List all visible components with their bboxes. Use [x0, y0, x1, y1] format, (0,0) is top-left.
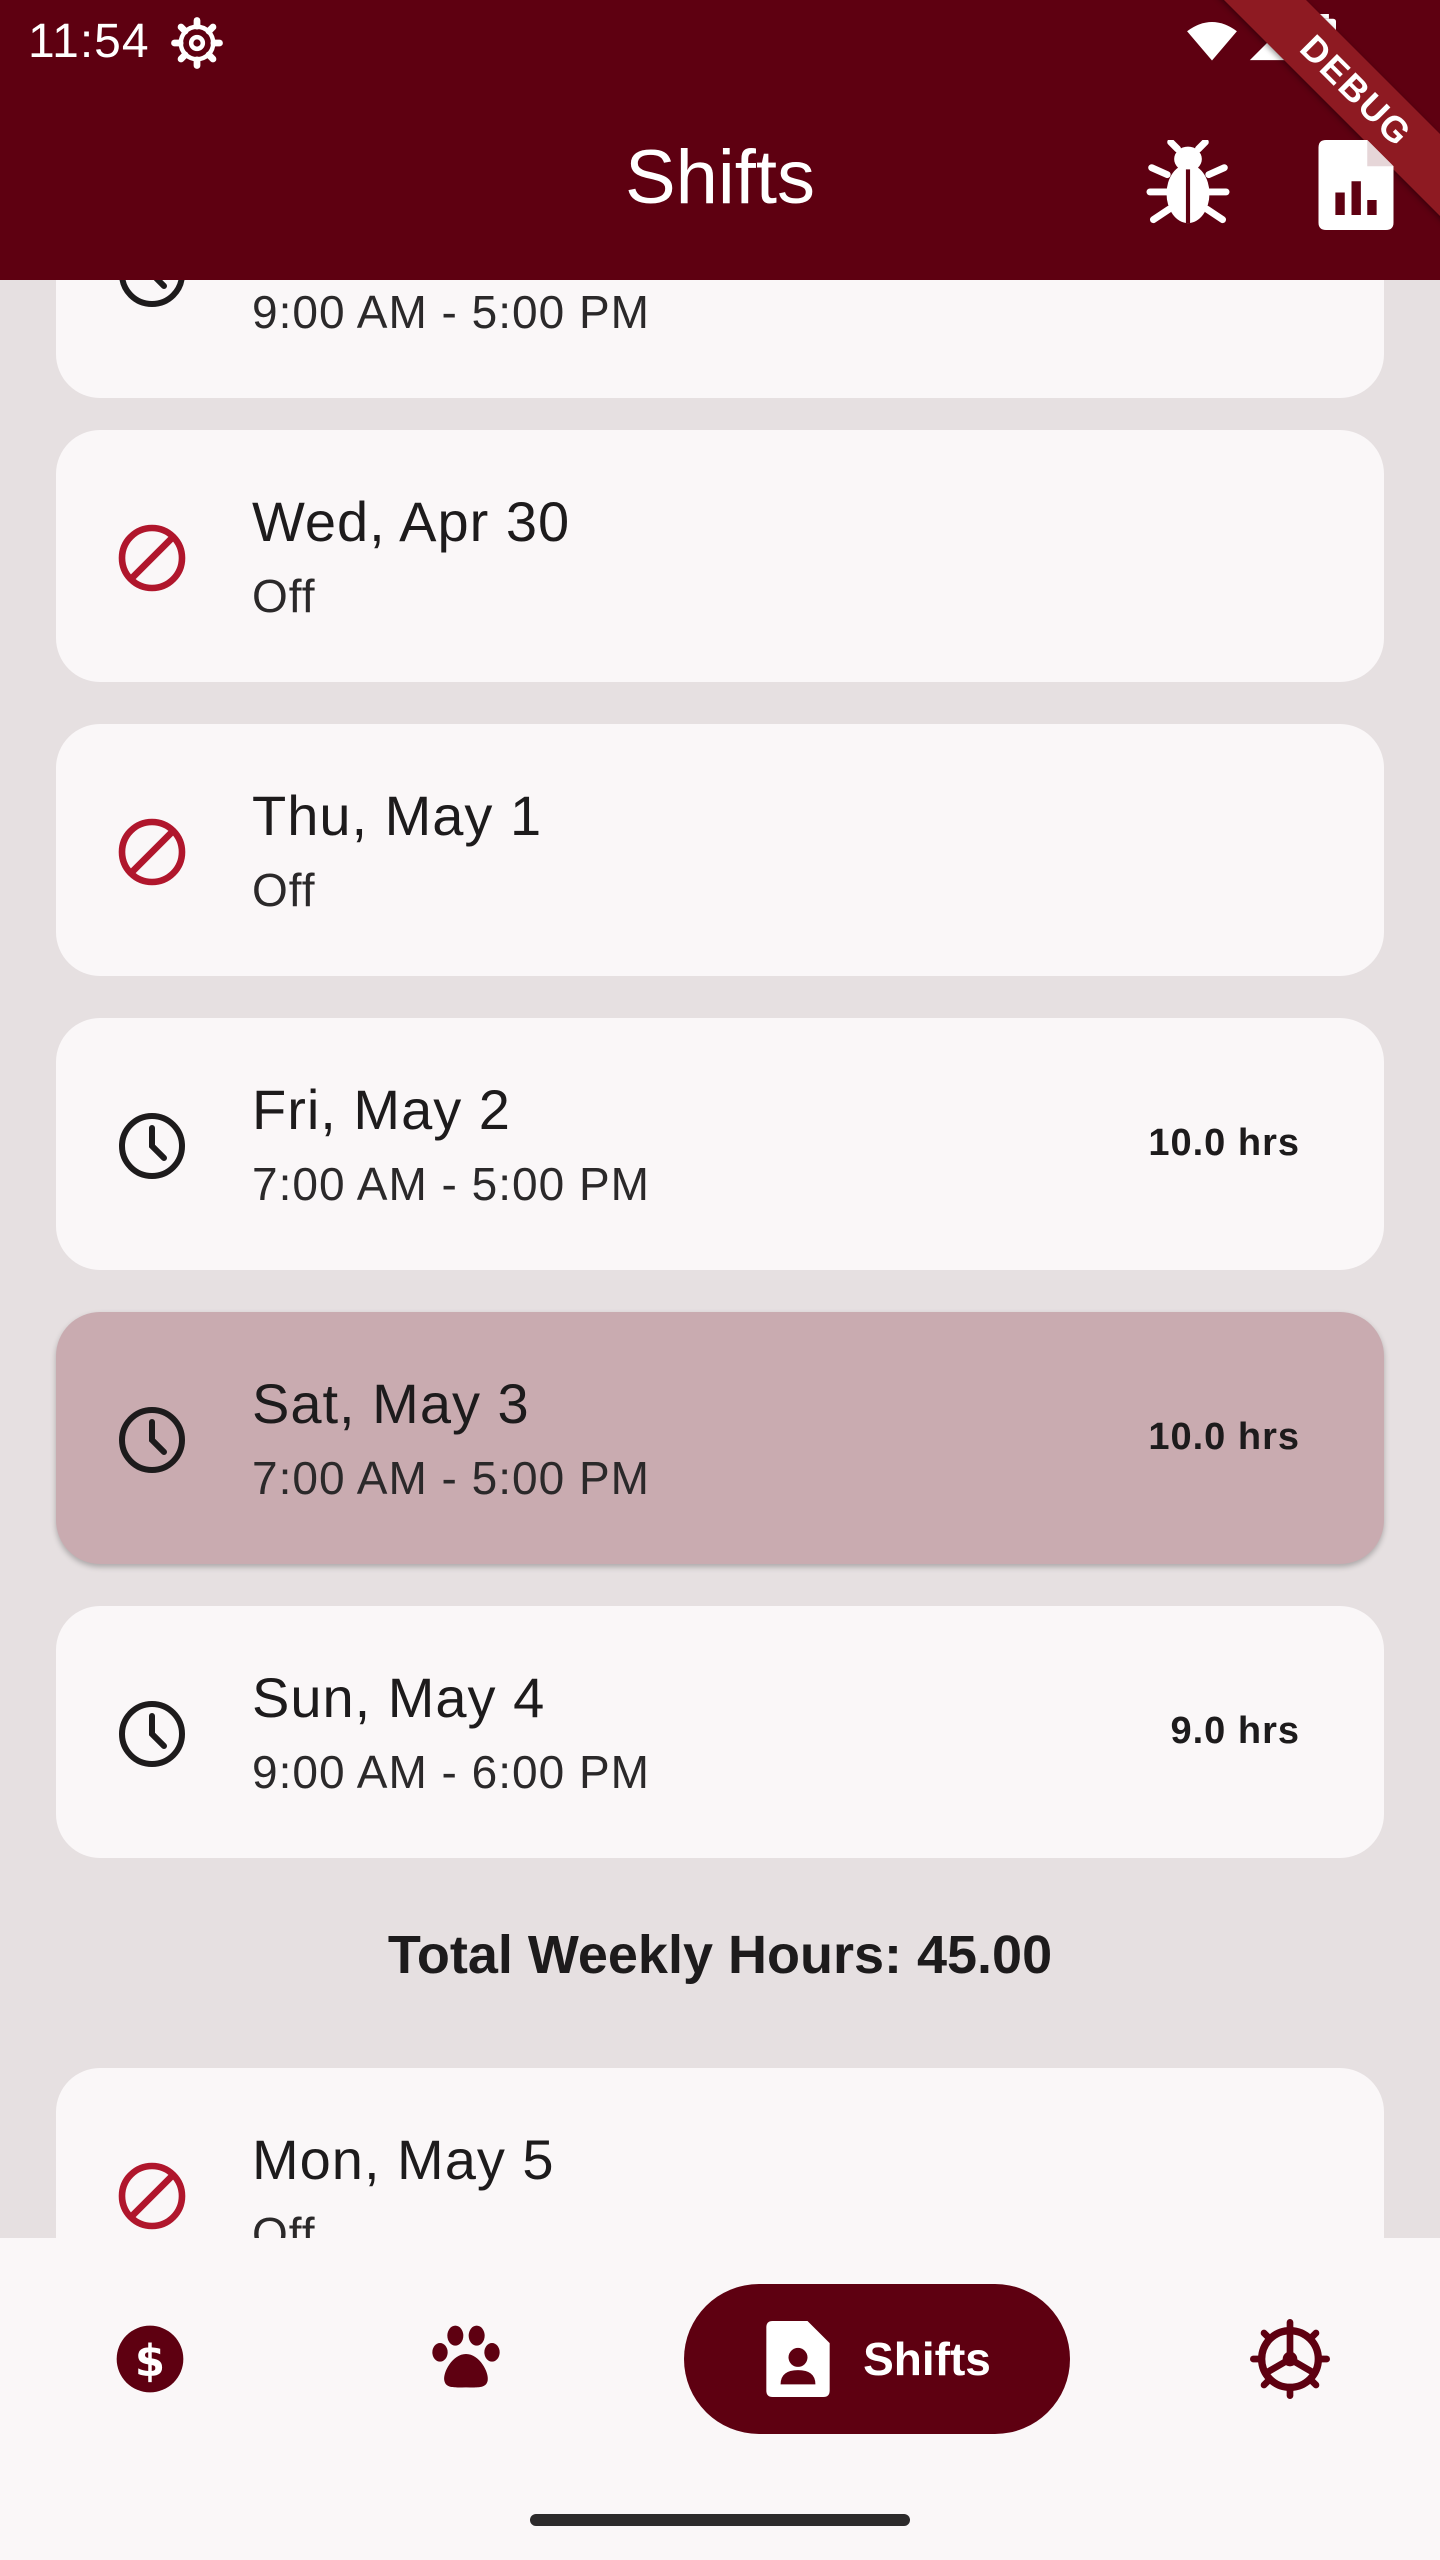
shift-badge-icon — [766, 2321, 830, 2397]
home-gesture-bar[interactable] — [530, 2514, 910, 2526]
shift-date: Fri, May 2 — [252, 1078, 511, 1141]
shift-card[interactable]: 9:00 AM - 5:00 PM — [56, 280, 1384, 398]
shift-status: Off — [252, 570, 316, 622]
clock-icon — [119, 1407, 185, 1473]
paw-icon — [432, 2325, 500, 2388]
status-time: 11:54 — [28, 15, 150, 68]
shift-card[interactable]: Mon, May 5 Off — [56, 2068, 1384, 2238]
svg-text:$: $ — [135, 2337, 165, 2387]
shift-card[interactable]: Thu, May 1 Off — [56, 724, 1384, 976]
clock-icon — [119, 280, 185, 307]
shift-card[interactable]: Fri, May 2 7:00 AM - 5:00 PM 10.0 hrs — [56, 1018, 1384, 1270]
shift-time: 7:00 AM - 5:00 PM — [252, 1452, 650, 1504]
bug-icon — [1146, 138, 1230, 224]
off-icon — [118, 2162, 186, 2230]
wifi-icon — [1187, 22, 1237, 61]
nav-pets-button[interactable] — [416, 2284, 516, 2434]
settings-wheel-icon — [1250, 2319, 1330, 2399]
report-chart-icon — [1318, 140, 1394, 230]
settings-gear-icon — [171, 17, 223, 69]
nav-shifts-button[interactable]: Shifts — [684, 2284, 1070, 2434]
shift-list[interactable]: 9:00 AM - 5:00 PM Wed, Apr 30 Off Thu, M… — [0, 280, 1440, 2238]
off-icon — [118, 524, 186, 592]
dollar-icon: $ — [116, 2325, 184, 2393]
shift-date: Mon, May 5 — [252, 2128, 555, 2191]
shift-time: 7:00 AM - 5:00 PM — [252, 1158, 650, 1210]
shift-date: Wed, Apr 30 — [252, 490, 571, 553]
clock-icon — [119, 1113, 185, 1179]
bottom-navigation: $ Shifts — [0, 2238, 1440, 2472]
shift-status: Off — [252, 2208, 316, 2238]
report-button[interactable] — [1314, 140, 1398, 230]
shift-date: Thu, May 1 — [252, 784, 543, 847]
shift-time: 9:00 AM - 5:00 PM — [252, 286, 650, 338]
nav-settings-button[interactable] — [1240, 2284, 1340, 2434]
shift-status: Off — [252, 864, 316, 916]
off-icon — [118, 818, 186, 886]
debug-bug-button[interactable] — [1146, 138, 1230, 230]
shift-date: Sat, May 3 — [252, 1372, 530, 1435]
shift-card[interactable]: Wed, Apr 30 Off — [56, 430, 1384, 682]
shift-card[interactable]: Sun, May 4 9:00 AM - 6:00 PM 9.0 hrs — [56, 1606, 1384, 1858]
nav-shifts-label: Shifts — [863, 2333, 991, 2385]
total-weekly-hours: Total Weekly Hours: 45.00 — [387, 1925, 1053, 1985]
app-bar: 11:54 DEBUG Shifts — [0, 0, 1440, 280]
shift-hours: 9.0 hrs — [1170, 1710, 1300, 1752]
shift-date: Sun, May 4 — [252, 1666, 546, 1729]
nav-pay-button[interactable]: $ — [100, 2284, 200, 2434]
shift-time: 9:00 AM - 6:00 PM — [252, 1746, 650, 1798]
shift-hours: 10.0 hrs — [1148, 1122, 1300, 1164]
shift-card-selected[interactable]: Sat, May 3 7:00 AM - 5:00 PM 10.0 hrs — [56, 1312, 1384, 1564]
clock-icon — [119, 1701, 185, 1767]
gesture-area — [0, 2472, 1440, 2560]
shift-hours: 10.0 hrs — [1148, 1416, 1300, 1458]
status-bar: 11:54 — [0, 0, 1440, 86]
